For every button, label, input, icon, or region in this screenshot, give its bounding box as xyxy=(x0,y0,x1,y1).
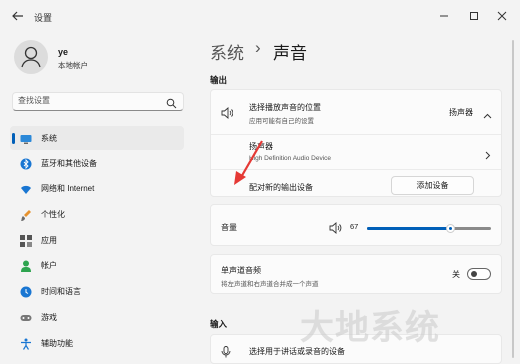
bluetooth-icon xyxy=(20,157,32,170)
breadcrumb-separator: › xyxy=(255,38,261,57)
volume-speaker-icon[interactable] xyxy=(329,221,342,239)
input-section-title: 输入 xyxy=(210,319,228,329)
sidebar-item-label: 系统 xyxy=(41,134,57,143)
gamepad-icon xyxy=(20,311,32,323)
sidebar-item-accounts[interactable]: 帐户 xyxy=(10,253,184,277)
sidebar-item-accessibility[interactable]: 辅助功能 xyxy=(10,331,184,355)
speaker-icon xyxy=(221,106,234,124)
sidebar-item-personalization[interactable]: 个性化 xyxy=(10,202,184,226)
user-name: ye xyxy=(58,47,69,57)
sidebar-item-label: 蓝牙和其他设备 xyxy=(41,159,97,168)
mono-audio-card: 单声道音频 将左声道和右声道合并成一个声道 关 xyxy=(210,254,502,294)
slider-fill xyxy=(367,227,450,230)
person-icon xyxy=(21,46,41,68)
volume-value: 67 xyxy=(350,222,359,231)
globe-clock-icon xyxy=(20,285,32,298)
wifi-icon xyxy=(20,182,32,194)
selected-output-device: 扬声器 xyxy=(449,108,473,117)
add-device-button[interactable]: 添加设备 xyxy=(391,176,474,195)
close-button[interactable] xyxy=(494,8,510,24)
search-input[interactable] xyxy=(18,96,158,105)
sidebar-item-apps[interactable]: 应用 xyxy=(10,228,184,252)
back-arrow-icon[interactable] xyxy=(10,9,26,25)
sidebar-item-label: 个性化 xyxy=(41,210,65,219)
title-bar: 设置 xyxy=(0,0,520,34)
window-title: 设置 xyxy=(34,13,53,23)
brush-icon xyxy=(20,208,32,221)
toggle-knob xyxy=(471,271,477,277)
watermark-text: 大地系统 xyxy=(300,309,440,347)
sidebar-item-label: 时间和语言 xyxy=(41,287,81,296)
choose-output-title: 选择播放声音的位置 xyxy=(249,103,321,112)
sidebar-item-network[interactable]: 网络和 Internet xyxy=(10,176,184,200)
search-box[interactable] xyxy=(12,92,184,111)
page-title: 声音 xyxy=(273,44,307,63)
accessibility-icon xyxy=(20,337,32,350)
volume-label: 音量 xyxy=(221,223,237,232)
sidebar-item-system[interactable]: 系统 xyxy=(10,126,184,150)
annotation-arrow-icon xyxy=(232,139,266,192)
breadcrumb-parent[interactable]: 系统 xyxy=(210,39,244,64)
maximize-button[interactable] xyxy=(466,8,482,24)
choose-output-subtitle: 应用可能有自己的设置 xyxy=(249,118,314,125)
sidebar-item-time-language[interactable]: 时间和语言 xyxy=(10,279,184,303)
microphone-icon xyxy=(221,345,231,363)
avatar[interactable] xyxy=(14,40,48,74)
mono-audio-subtitle: 将左声道和右声道合并成一个声道 xyxy=(221,281,319,288)
minimize-button[interactable] xyxy=(436,8,452,24)
chevron-right-icon[interactable] xyxy=(483,147,492,165)
sidebar-item-label: 网络和 Internet xyxy=(41,184,95,193)
apps-icon xyxy=(20,234,32,247)
active-indicator xyxy=(12,133,15,144)
mono-audio-title: 单声道音频 xyxy=(221,266,261,275)
mono-audio-toggle[interactable] xyxy=(467,268,491,280)
search-icon[interactable] xyxy=(166,96,177,109)
slider-thumb[interactable] xyxy=(446,224,455,233)
sidebar-item-label: 辅助功能 xyxy=(41,339,73,348)
sidebar-item-gaming[interactable]: 游戏 xyxy=(10,305,184,329)
chevron-up-icon[interactable] xyxy=(483,108,492,126)
sidebar-item-bluetooth[interactable]: 蓝牙和其他设备 xyxy=(10,151,184,175)
output-section-title: 输出 xyxy=(210,75,228,85)
account-type: 本地帐户 xyxy=(58,61,88,70)
monitor-icon xyxy=(20,132,32,144)
sidebar-item-label: 游戏 xyxy=(41,313,57,322)
mono-toggle-state: 关 xyxy=(452,270,460,279)
scrollbar[interactable] xyxy=(512,40,514,358)
volume-slider[interactable] xyxy=(367,224,491,233)
volume-card: 音量 67 xyxy=(210,204,502,246)
choose-output-row[interactable]: 选择播放声音的位置 应用可能有自己的设置 扬声器 xyxy=(211,90,501,134)
sidebar-item-label: 帐户 xyxy=(41,261,57,270)
sidebar-item-label: 应用 xyxy=(41,236,57,245)
person-icon xyxy=(20,259,32,272)
